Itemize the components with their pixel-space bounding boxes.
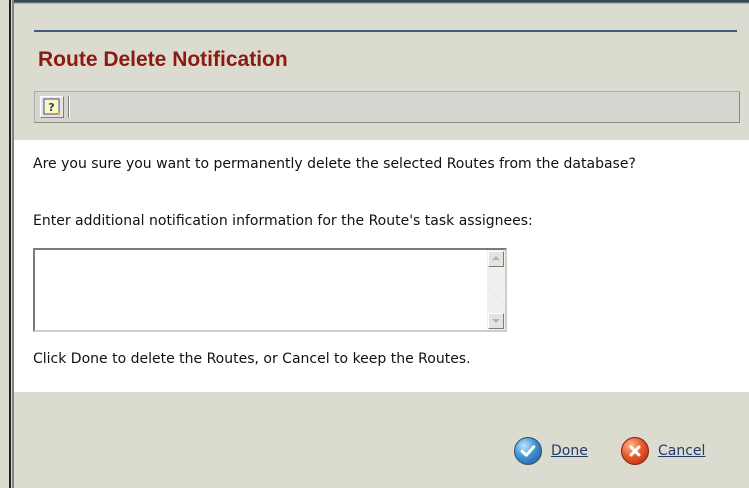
scroll-up-arrow-icon bbox=[492, 256, 500, 260]
cancel-action[interactable]: Cancel bbox=[621, 437, 705, 465]
notification-textarea[interactable] bbox=[35, 250, 487, 330]
window-left-frame bbox=[0, 0, 14, 488]
textarea-scrollbar[interactable] bbox=[487, 250, 505, 330]
scroll-up-button[interactable] bbox=[488, 251, 504, 267]
delete-instructions: Click Done to delete the Routes, or Canc… bbox=[33, 351, 471, 367]
dialog-content: Are you sure you want to permanently del… bbox=[14, 140, 749, 392]
done-action[interactable]: Done bbox=[514, 437, 588, 465]
notification-textarea-frame bbox=[33, 248, 507, 332]
route-delete-notification-window: Route Delete Notification ? Are you sure… bbox=[0, 0, 749, 488]
page-title: Route Delete Notification bbox=[38, 48, 288, 71]
dialog-footer: Done Cancel bbox=[14, 392, 749, 488]
notification-input-label: Enter additional notification informatio… bbox=[33, 213, 533, 229]
scroll-down-arrow-icon bbox=[492, 319, 500, 323]
help-button[interactable]: ? bbox=[40, 96, 64, 118]
scroll-down-button[interactable] bbox=[488, 313, 504, 329]
dialog-toolbar: ? bbox=[34, 91, 740, 123]
cancel-link[interactable]: Cancel bbox=[658, 443, 705, 459]
checkmark-icon[interactable] bbox=[514, 437, 542, 465]
done-link[interactable]: Done bbox=[551, 443, 588, 459]
close-glyph bbox=[629, 445, 641, 457]
checkmark-glyph bbox=[520, 445, 536, 457]
delete-confirmation-message: Are you sure you want to permanently del… bbox=[33, 156, 636, 172]
toolbar-separator bbox=[68, 96, 70, 118]
help-question-glyph: ? bbox=[48, 101, 54, 114]
close-icon[interactable] bbox=[621, 437, 649, 465]
help-question-icon: ? bbox=[43, 98, 60, 116]
title-divider bbox=[34, 30, 737, 32]
dialog-header: Route Delete Notification ? bbox=[14, 4, 749, 130]
